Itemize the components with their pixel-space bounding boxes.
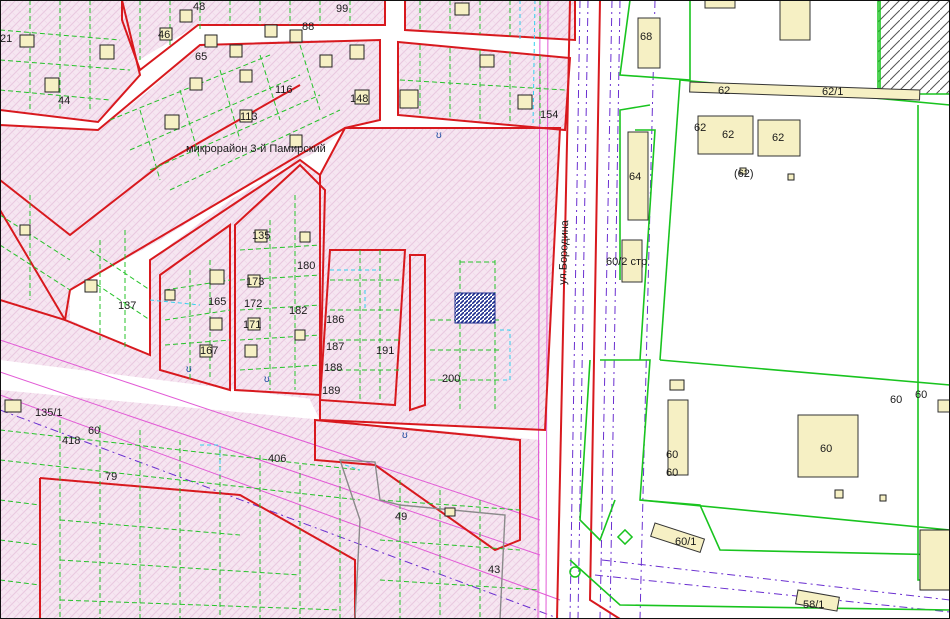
lot-label: 49	[395, 511, 407, 523]
lot-label: 58/1	[803, 599, 824, 611]
lot-label: 135/1	[35, 407, 63, 419]
lot-label: 99	[336, 3, 348, 15]
hatched-blue-building	[454, 292, 496, 324]
svg-text:ʊ: ʊ	[402, 430, 408, 441]
lot-label: 180	[297, 260, 315, 272]
lot-label: 113	[240, 111, 258, 123]
lot-label: 165	[208, 296, 226, 308]
hatched-block	[877, 0, 950, 95]
lot-label: 48	[193, 1, 205, 13]
lot-label: 60	[890, 394, 902, 406]
lot-label: 187	[326, 341, 344, 353]
lot-label: 182	[289, 305, 307, 317]
lot-label: 21	[0, 33, 12, 45]
lot-label: 148	[350, 93, 368, 105]
lot-label: 116	[275, 84, 293, 96]
lot-label: 60	[666, 449, 678, 461]
lot-label: 44	[58, 95, 70, 107]
cadastral-map[interactable]: ʊ ʊ ʊ ʊ ул.Бородина микрорайон 3-й Памир…	[0, 0, 950, 619]
lot-label: 65	[195, 51, 207, 63]
lot-label: 68	[640, 31, 652, 43]
lot-label: 62/1	[822, 86, 843, 98]
lot-label: 200	[442, 373, 460, 385]
lot-label: 62	[694, 122, 706, 134]
lot-label: 135	[252, 230, 270, 242]
lot-label: 137	[118, 300, 136, 312]
lot-label: (62)	[734, 168, 754, 180]
lot-label: 171	[243, 319, 261, 331]
lot-label: 60	[820, 443, 832, 455]
lot-label: 167	[200, 345, 218, 357]
lot-label: 154	[540, 109, 558, 121]
lot-label: 64	[629, 171, 641, 183]
lot-label: 79	[105, 471, 117, 483]
lot-label: 186	[326, 314, 344, 326]
lot-label: 43	[488, 564, 500, 576]
lot-label: 60	[915, 389, 927, 401]
lot-label: 406	[268, 453, 286, 465]
svg-text:ʊ: ʊ	[436, 130, 442, 141]
svg-text:ʊ: ʊ	[186, 364, 192, 375]
lot-label: 46	[158, 29, 170, 41]
lot-label: 188	[324, 362, 342, 374]
lot-label: 62	[722, 129, 734, 141]
lot-label: 191	[376, 345, 394, 357]
lot-label: 60	[666, 467, 678, 479]
street-label: ул.Бородина	[557, 219, 571, 285]
lot-label: 60/2 стр	[606, 256, 647, 268]
lot-label: 62	[772, 132, 784, 144]
lot-label: 62	[718, 85, 730, 97]
svg-text:ʊ: ʊ	[264, 374, 270, 385]
lot-label: 172	[244, 298, 262, 310]
lot-label: 88	[302, 21, 314, 33]
lot-label: 173	[246, 276, 264, 288]
lot-label: 60/1	[675, 536, 696, 548]
lot-label: 418	[62, 435, 80, 447]
district-label: микрорайон 3-й Памирский	[186, 143, 326, 155]
lot-label: 189	[322, 385, 340, 397]
lot-label: 60	[88, 425, 100, 437]
